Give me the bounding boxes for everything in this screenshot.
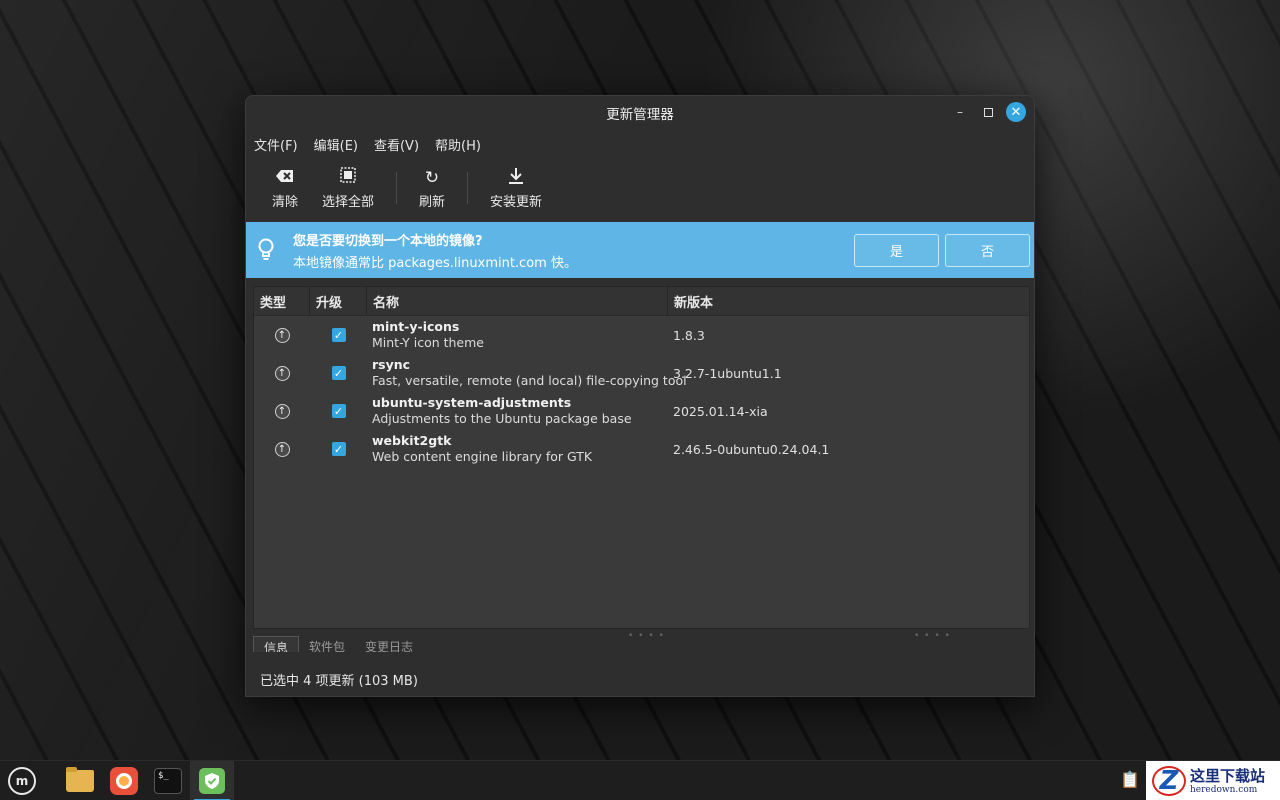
package-version: 3.2.7-1ubuntu1.1 bbox=[673, 365, 782, 381]
menu-view[interactable]: 查看(V) bbox=[374, 133, 419, 156]
taskbar-files-button[interactable] bbox=[58, 761, 102, 800]
toolbar-separator bbox=[396, 172, 398, 204]
refresh-button[interactable]: ↻ 刷新 bbox=[407, 160, 457, 216]
upgrade-arrow-icon: ↑ bbox=[274, 403, 290, 419]
yes-button[interactable]: 是 bbox=[854, 233, 939, 267]
package-name: rsync bbox=[372, 357, 411, 372]
taskbar-firefox-button[interactable] bbox=[102, 761, 146, 800]
backspace-icon bbox=[276, 167, 294, 189]
pane-resize-grip[interactable]: • • • • bbox=[628, 631, 665, 641]
download-icon bbox=[508, 167, 524, 189]
firefox-icon bbox=[110, 766, 138, 795]
menu-file[interactable]: 文件(F) bbox=[254, 133, 298, 156]
clear-button[interactable]: 清除 bbox=[260, 160, 310, 216]
list-header: 类型 升级 名称 新版本 bbox=[254, 287, 1029, 316]
select-all-icon bbox=[340, 166, 356, 189]
column-type[interactable]: 类型 bbox=[254, 287, 310, 315]
menu-edit[interactable]: 编辑(E) bbox=[314, 133, 358, 156]
tab-changelog[interactable]: 变更日志 bbox=[355, 636, 423, 652]
infobar-title: 您是否要切换到一个本地的镜像? bbox=[293, 233, 483, 249]
infobar-text: 您是否要切换到一个本地的镜像? 本地镜像通常比 packages.linuxmi… bbox=[286, 230, 854, 271]
upgrade-checkbox[interactable]: ✓ bbox=[331, 366, 346, 380]
infobar-subtitle: 本地镜像通常比 packages.linuxmint.com 快。 bbox=[293, 255, 577, 271]
folder-icon bbox=[66, 766, 94, 792]
install-updates-label: 安装更新 bbox=[490, 194, 543, 210]
toolbar: 清除 选择全部 ↻ 刷新 安装更新 bbox=[246, 158, 1034, 218]
select-all-button[interactable]: 选择全部 bbox=[310, 160, 386, 216]
menubar: 文件(F) 编辑(E) 查看(V) 帮助(H) bbox=[246, 130, 1034, 158]
window-title: 更新管理器 bbox=[606, 107, 674, 123]
menu-help[interactable]: 帮助(H) bbox=[435, 133, 481, 156]
maximize-icon bbox=[983, 107, 993, 117]
table-row[interactable]: ↑ ✓ webkit2gtk Web content engine librar… bbox=[254, 430, 1029, 468]
pane-resize-grip[interactable]: • • • • bbox=[914, 631, 951, 641]
close-icon: ✕ bbox=[1010, 104, 1022, 120]
package-name: ubuntu-system-adjustments bbox=[372, 395, 572, 410]
clear-label: 清除 bbox=[272, 194, 299, 210]
package-description: Adjustments to the Ubuntu package base bbox=[372, 411, 632, 426]
taskbar: m $_ 📋 Z 这里下载站 heredown.com bbox=[0, 760, 1280, 800]
linux-mint-logo-icon: m bbox=[8, 766, 36, 795]
table-row[interactable]: ↑ ✓ ubuntu-system-adjustments Adjustment… bbox=[254, 392, 1029, 430]
package-version: 2025.01.14-xia bbox=[673, 403, 768, 419]
package-description: Mint-Y icon theme bbox=[372, 335, 484, 350]
select-all-label: 选择全部 bbox=[322, 194, 375, 210]
upgrade-arrow-icon: ↑ bbox=[274, 327, 290, 343]
table-row[interactable]: ↑ ✓ rsync Fast, versatile, remote (and l… bbox=[254, 354, 1029, 392]
window-controls: – ✕ bbox=[950, 102, 1026, 122]
column-upgrade[interactable]: 升级 bbox=[310, 287, 367, 315]
clipboard-tray-icon[interactable]: 📋 bbox=[1120, 770, 1140, 789]
taskbar-update-manager-button[interactable] bbox=[190, 760, 234, 800]
titlebar[interactable]: 更新管理器 – ✕ bbox=[246, 96, 1034, 130]
package-name: mint-y-icons bbox=[372, 319, 460, 334]
upgrade-checkbox[interactable]: ✓ bbox=[331, 404, 346, 418]
status-text: 已选中 4 项更新 (103 MB) bbox=[260, 674, 418, 689]
upgrade-checkbox[interactable]: ✓ bbox=[331, 328, 346, 342]
update-list: 类型 升级 名称 新版本 ↑ ✓ mint-y-icons Mint-Y ico… bbox=[253, 286, 1030, 629]
start-menu-button[interactable]: m bbox=[0, 761, 44, 800]
install-updates-button[interactable]: 安装更新 bbox=[478, 160, 554, 216]
package-description: Web content engine library for GTK bbox=[372, 449, 593, 464]
update-manager-window: 更新管理器 – ✕ 文件(F) 编辑(E) 查看(V) 帮助(H) 清除 选择全… bbox=[245, 95, 1035, 697]
close-button[interactable]: ✕ bbox=[1006, 102, 1026, 122]
package-description: Fast, versatile, remote (and local) file… bbox=[372, 373, 687, 388]
column-new-version[interactable]: 新版本 bbox=[668, 287, 1029, 315]
details-tabs: 信息 软件包 变更日志 bbox=[253, 636, 423, 652]
lightbulb-icon bbox=[246, 238, 286, 262]
package-version: 1.8.3 bbox=[673, 327, 705, 343]
refresh-icon: ↻ bbox=[424, 167, 440, 188]
upgrade-checkbox[interactable]: ✓ bbox=[331, 442, 346, 456]
taskbar-terminal-button[interactable]: $_ bbox=[146, 761, 190, 800]
minimize-button[interactable]: – bbox=[950, 102, 970, 122]
package-name: webkit2gtk bbox=[372, 433, 452, 448]
mirror-infobar: 您是否要切换到一个本地的镜像? 本地镜像通常比 packages.linuxmi… bbox=[246, 222, 1034, 278]
watermark-cn: 这里下载站 bbox=[1190, 766, 1266, 785]
column-name[interactable]: 名称 bbox=[367, 287, 668, 315]
no-button[interactable]: 否 bbox=[945, 233, 1030, 267]
tab-packages[interactable]: 软件包 bbox=[299, 636, 355, 652]
terminal-icon: $_ bbox=[154, 767, 182, 794]
tab-info[interactable]: 信息 bbox=[253, 636, 300, 652]
minimize-icon: – bbox=[957, 105, 963, 119]
shield-icon bbox=[199, 767, 225, 794]
upgrade-arrow-icon: ↑ bbox=[274, 441, 290, 457]
toolbar-separator bbox=[467, 172, 469, 204]
maximize-button[interactable] bbox=[978, 102, 998, 122]
watermark-en: heredown.com bbox=[1190, 784, 1258, 795]
watermark-logo-icon: Z bbox=[1152, 766, 1186, 796]
upgrade-arrow-icon: ↑ bbox=[274, 365, 290, 381]
table-row[interactable]: ↑ ✓ mint-y-icons Mint-Y icon theme 1.8.3 bbox=[254, 316, 1029, 354]
refresh-label: 刷新 bbox=[419, 194, 446, 210]
watermark: Z 这里下载站 heredown.com bbox=[1146, 761, 1280, 800]
package-version: 2.46.5-0ubuntu0.24.04.1 bbox=[673, 441, 830, 457]
